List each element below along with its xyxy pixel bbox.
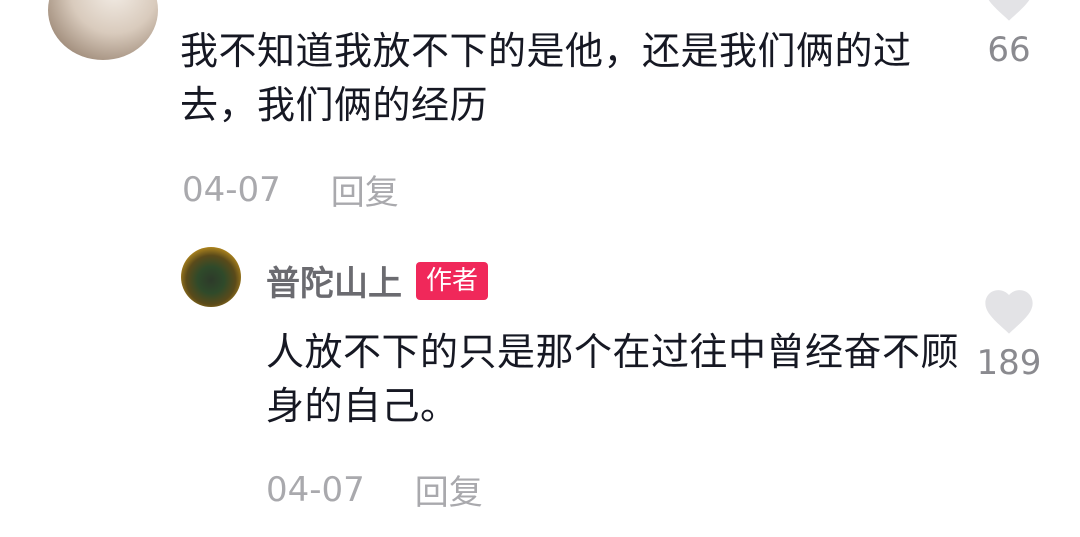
reply-meta: 04-07 回复: [266, 465, 483, 514]
reply-like-button[interactable]: 189: [975, 283, 1043, 383]
comment-meta: 04-07 回复: [182, 165, 399, 214]
reply-text: 人放不下的只是那个在过往中曾经奋不顾身的自己。: [266, 330, 960, 428]
heart-icon: [988, 0, 1030, 21]
reply-username[interactable]: 普陀山上: [266, 256, 402, 305]
comment-text: 我不知道我放不下的是他，还是我们俩的过去，我们俩的经历: [180, 29, 912, 127]
reply-header: 普陀山上 作者: [266, 256, 489, 305]
commenter-avatar[interactable]: [48, 0, 158, 60]
comment-like-button[interactable]: 66: [978, 0, 1040, 70]
author-avatar[interactable]: [181, 247, 241, 307]
heart-icon: [985, 290, 1033, 334]
author-badge: 作者: [416, 261, 489, 300]
comment-date: 04-07: [182, 169, 281, 210]
reply-date: 04-07: [266, 469, 365, 510]
reply-like-count: 189: [976, 343, 1042, 383]
comment-reply-button[interactable]: 回复: [331, 165, 399, 214]
reply-reply-button[interactable]: 回复: [415, 465, 483, 514]
comment-like-count: 66: [987, 30, 1031, 70]
